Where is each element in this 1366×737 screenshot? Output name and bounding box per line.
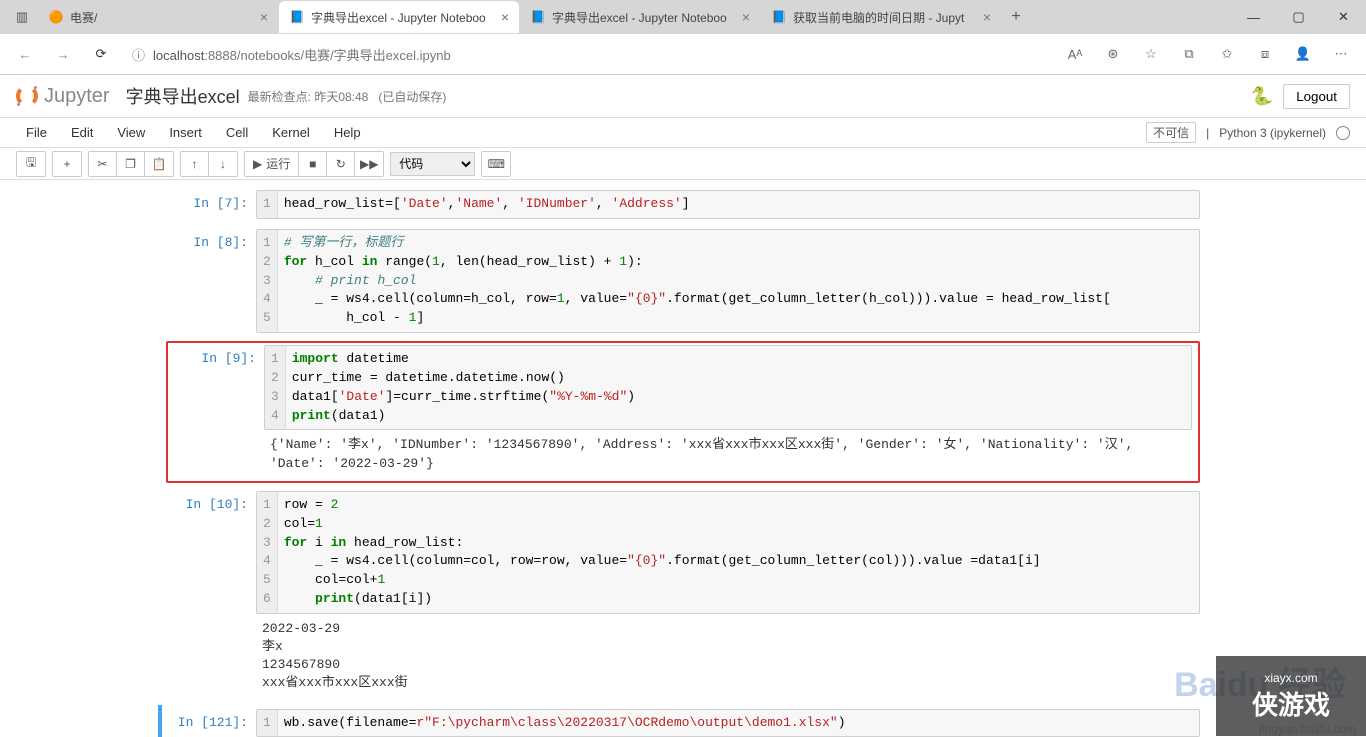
cell-prompt: In [121]: (166, 709, 256, 737)
restart-button[interactable]: ↻ (327, 152, 355, 176)
move-up-button[interactable]: ↑ (181, 152, 209, 176)
move-down-button[interactable]: ↓ (209, 152, 237, 176)
cut-button[interactable]: ✂ (89, 152, 117, 176)
tab-bar: ▥ 🟠 电赛/ × 📘 字典导出excel - Jupyter Noteboo … (0, 0, 1366, 34)
corner-name: 侠游戏 (1252, 685, 1330, 722)
code-input[interactable]: 1 wb.save(filename=r"F:\pycharm\class\20… (256, 709, 1200, 737)
cell-output: 2022-03-29 李x 1234567890 xxx省xxx市xxx区xxx… (256, 614, 1200, 699)
tab-actions-icon[interactable]: ▥ (6, 3, 38, 31)
checkpoint-info: 最新检查点: 昨天08:48 (已自动保存) (248, 88, 447, 105)
menu-file[interactable]: File (16, 123, 57, 142)
paste-button[interactable]: 📋 (145, 152, 173, 176)
code-cell-121[interactable]: In [121]: 1 wb.save(filename=r"F:\pychar… (158, 705, 1208, 737)
window-controls: — ▢ ✕ (1231, 1, 1366, 33)
menu-insert[interactable]: Insert (159, 123, 212, 142)
code-input[interactable]: 1234 import datetime curr_time = datetim… (264, 345, 1192, 430)
menu-icon[interactable]: ⋯ (1324, 38, 1358, 70)
browser-tab-1[interactable]: 📘 字典导出excel - Jupyter Noteboo × (279, 1, 519, 33)
corner-ad: xiayx.com 侠游戏 (1216, 656, 1366, 736)
jupyter-toolbar: 🖫 + ✂ ❐ 📋 ↑ ↓ ▶ 运行 ■ ↻ ▶▶ 代码 ⌨ (0, 148, 1366, 180)
favicon-icon: 📘 (771, 9, 787, 25)
cell-prompt: In [10]: (166, 491, 256, 699)
python-logo-icon: 🐍 (1251, 86, 1273, 107)
tab-label: 字典导出excel - Jupyter Noteboo (552, 9, 736, 26)
code-cell-9[interactable]: In [9]: 1234 import datetime curr_time =… (166, 341, 1200, 483)
favorite-icon[interactable]: ☆ (1134, 38, 1168, 70)
kernel-indicator-icon (1336, 126, 1350, 140)
code-input[interactable]: 12345 # 写第一行，标题行 for h_col in range(1, l… (256, 229, 1200, 333)
url-path: :8888/notebooks/电赛/字典导出excel.ipynb (204, 48, 450, 63)
tab-label: 获取当前电脑的时间日期 - Jupyt (793, 9, 977, 26)
close-icon[interactable]: × (742, 9, 750, 25)
favorites-icon[interactable]: ✩ (1210, 38, 1244, 70)
stop-button[interactable]: ■ (299, 152, 327, 176)
collections-icon[interactable]: ⧈ (1248, 38, 1282, 70)
jupyter-menu: File Edit View Insert Cell Kernel Help 不… (0, 118, 1366, 148)
cell-prompt: In [9]: (174, 345, 264, 479)
run-button[interactable]: ▶ 运行 (245, 152, 299, 176)
jupyter-logo[interactable]: Jupyter (16, 85, 110, 108)
jupyter-logo-icon (16, 85, 38, 107)
browser-tab-3[interactable]: 📘 获取当前电脑的时间日期 - Jupyt × (761, 1, 1001, 33)
favicon-icon: 📘 (289, 9, 305, 25)
copy-button[interactable]: ❐ (117, 152, 145, 176)
browser-chrome: ▥ 🟠 电赛/ × 📘 字典导出excel - Jupyter Noteboo … (0, 0, 1366, 75)
code-cell-7[interactable]: In [7]: 1 head_row_list=['Date','Name', … (158, 186, 1208, 223)
cell-output: {'Name': '李x', 'IDNumber': '1234567890',… (264, 430, 1192, 478)
address-row: ← → ⟳ ⓘ localhost:8888/notebooks/电赛/字典导出… (0, 34, 1366, 74)
refresh-button[interactable]: ⟳ (84, 38, 118, 70)
kernel-name: Python 3 (ipykernel) (1219, 126, 1326, 140)
read-aloud-icon[interactable]: ⊛ (1096, 38, 1130, 70)
back-button[interactable]: ← (8, 38, 42, 70)
browser-tab-2[interactable]: 📘 字典导出excel - Jupyter Noteboo × (520, 1, 760, 33)
favicon-icon: 📘 (530, 9, 546, 25)
menu-view[interactable]: View (107, 123, 155, 142)
favicon-icon: 🟠 (48, 9, 64, 25)
new-tab-button[interactable]: + (1002, 8, 1030, 26)
code-input[interactable]: 1 head_row_list=['Date','Name', 'IDNumbe… (256, 190, 1200, 219)
cell-type-select[interactable]: 代码 (390, 152, 475, 176)
jupyter-header: Jupyter 字典导出excel 最新检查点: 昨天08:48 (已自动保存)… (0, 75, 1366, 118)
jupyter-brand: Jupyter (44, 85, 110, 108)
url-bar[interactable]: ⓘ localhost:8888/notebooks/电赛/字典导出excel.… (122, 39, 1054, 69)
logout-button[interactable]: Logout (1283, 84, 1350, 109)
cell-prompt: In [8]: (166, 229, 256, 333)
text-size-icon[interactable]: Aᴬ (1058, 38, 1092, 70)
jupyter-page: Jupyter 字典导出excel 最新检查点: 昨天08:48 (已自动保存)… (0, 75, 1366, 737)
notebook-title[interactable]: 字典导出excel (126, 83, 240, 109)
menu-help[interactable]: Help (324, 123, 371, 142)
save-button[interactable]: 🖫 (17, 152, 45, 176)
code-cell-10[interactable]: In [10]: 123456 row = 2 col=1 for i in h… (158, 487, 1208, 703)
browser-tab-0[interactable]: 🟠 电赛/ × (38, 1, 278, 33)
info-icon[interactable]: ⓘ (132, 45, 145, 64)
url-host: localhost (153, 48, 204, 63)
menu-kernel[interactable]: Kernel (262, 123, 320, 142)
minimize-button[interactable]: — (1231, 1, 1276, 33)
notebook-container: In [7]: 1 head_row_list=['Date','Name', … (158, 180, 1208, 737)
maximize-button[interactable]: ▢ (1276, 1, 1321, 33)
tab-label: 电赛/ (70, 9, 254, 26)
close-icon[interactable]: × (983, 9, 991, 25)
profile-icon[interactable]: 👤 (1286, 38, 1320, 70)
corner-site: xiayx.com (1264, 671, 1317, 685)
cell-prompt: In [7]: (166, 190, 256, 219)
add-cell-button[interactable]: + (53, 152, 81, 176)
close-button[interactable]: ✕ (1321, 1, 1366, 33)
browser-right-icons: Aᴬ ⊛ ☆ ⧉ ✩ ⧈ 👤 ⋯ (1058, 38, 1358, 70)
restart-run-all-button[interactable]: ▶▶ (355, 152, 383, 176)
menu-edit[interactable]: Edit (61, 123, 103, 142)
close-icon[interactable]: × (260, 9, 268, 25)
untrusted-badge[interactable]: 不可信 (1146, 122, 1196, 143)
code-input[interactable]: 123456 row = 2 col=1 for i in head_row_l… (256, 491, 1200, 614)
code-cell-8[interactable]: In [8]: 12345 # 写第一行，标题行 for h_col in ra… (158, 225, 1208, 337)
forward-button: → (46, 38, 80, 70)
extensions-icon[interactable]: ⧉ (1172, 38, 1206, 70)
menu-cell[interactable]: Cell (216, 123, 258, 142)
close-icon[interactable]: × (501, 9, 509, 25)
command-palette-button[interactable]: ⌨ (482, 152, 510, 176)
tab-label: 字典导出excel - Jupyter Noteboo (311, 9, 495, 26)
